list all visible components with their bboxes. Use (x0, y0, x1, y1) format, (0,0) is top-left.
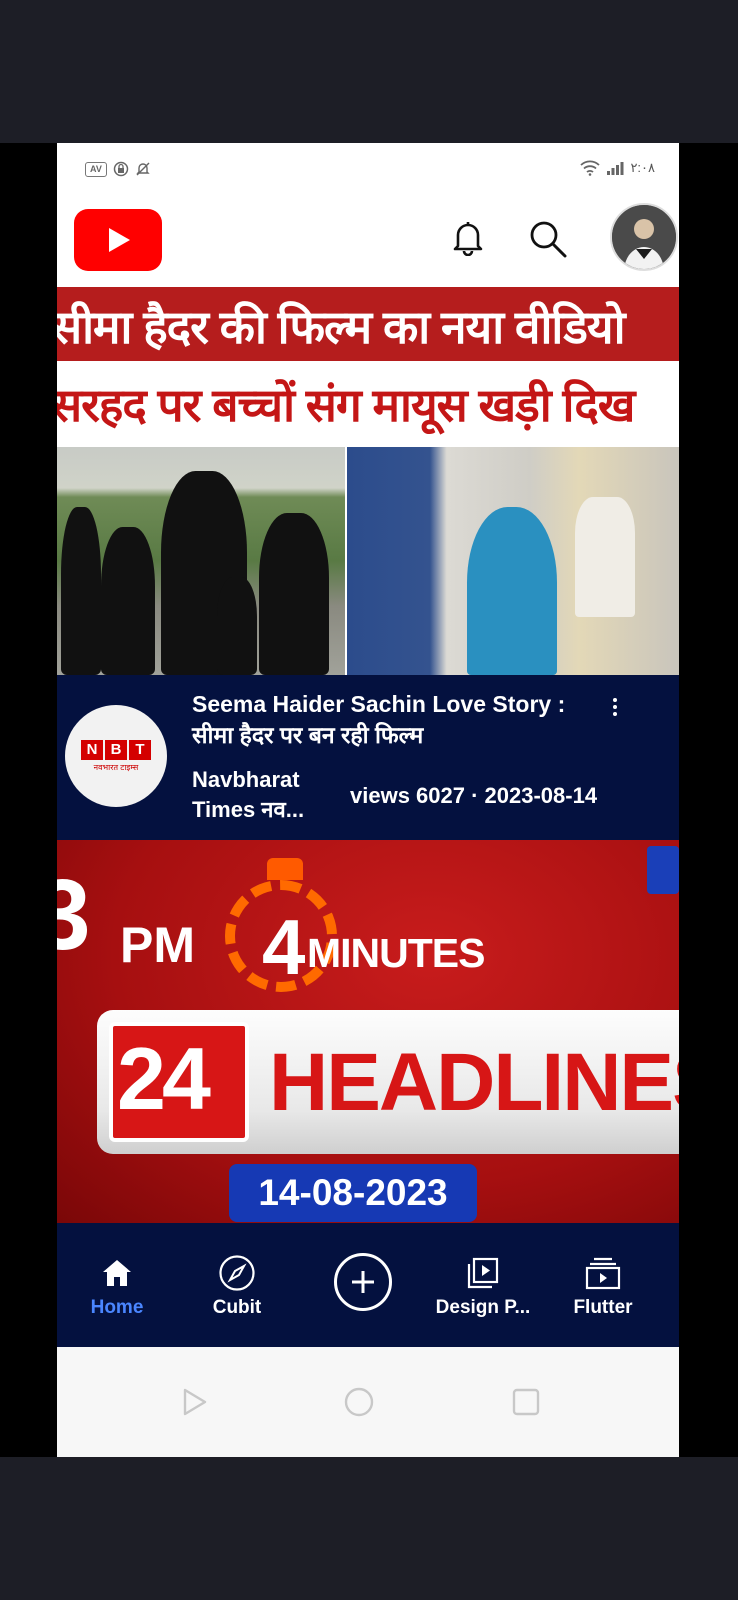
lock-icon (113, 161, 129, 177)
thumbnail-time: 3 (57, 859, 91, 971)
thumbnail-photo-right (347, 447, 679, 675)
video-thumbnail-1[interactable]: सीमा हैदर की फिल्म का नया वीडियो सरहद पर… (57, 287, 679, 675)
channel-corner-logo (647, 846, 679, 894)
thumbnail-photo-left (57, 447, 345, 675)
nav-design-patterns[interactable]: Design P... (423, 1223, 543, 1347)
video-thumbnail-2[interactable]: 3 PM 4 MINUTES 24 HEADLINES 14-08-2023 (57, 840, 679, 1223)
video-meta-1[interactable]: N B T नवभारत टाइम्स Seema Haider Sachin … (57, 675, 679, 840)
youtube-logo[interactable] (74, 209, 162, 271)
home-button-icon[interactable] (344, 1387, 374, 1417)
av-badge: AV (85, 161, 107, 177)
search-icon[interactable] (527, 218, 569, 260)
nav-home-label: Home (90, 1297, 144, 1318)
system-navigation-bar (57, 1347, 679, 1457)
screen-top-frame (0, 0, 738, 143)
subscriptions-icon (585, 1257, 621, 1290)
nav-add[interactable] (323, 1223, 403, 1347)
avatar[interactable] (610, 203, 678, 271)
recents-icon[interactable] (511, 1387, 541, 1417)
nav-flutter-label: Flutter (573, 1297, 633, 1318)
status-bar: AV ۲:۰۸ (57, 143, 679, 193)
thumbnail-date: 14-08-2023 (229, 1164, 477, 1222)
bell-icon[interactable] (449, 218, 487, 256)
bottom-navigation: Home Cubit Design P... Flutter (57, 1223, 679, 1347)
notification-off-icon (136, 162, 150, 176)
thumbnail-pm: PM (120, 917, 195, 973)
video-title[interactable]: Seema Haider Sachin Love Story : सीमा है… (192, 689, 612, 751)
playlist-play-icon (467, 1257, 499, 1289)
nav-design-label: Design P... (435, 1297, 531, 1318)
phone-screen: AV ۲:۰۸ सीमा हैदर की फिल्म का नया वीडियो… (57, 143, 679, 1457)
thumbnail-minutes: MINUTES (307, 930, 485, 976)
nbt-logo: N B T (81, 739, 151, 760)
back-icon[interactable] (179, 1387, 209, 1417)
nav-home[interactable]: Home (77, 1223, 157, 1347)
video-stats: views 6027 · 2023-08-14 (350, 783, 598, 808)
thumbnail-number: 24 (117, 1029, 211, 1128)
nav-flutter[interactable]: Flutter (563, 1223, 643, 1347)
thumbnail-four: 4 (262, 903, 306, 991)
thumbnail-headline-line1: सीमा हैदर की फिल्म का नया वीडियो (57, 301, 626, 353)
channel-avatar[interactable]: N B T नवभारत टाइम्स (65, 705, 167, 807)
more-vert-icon[interactable] (605, 695, 625, 725)
user-photo-icon (612, 205, 676, 269)
thumbnail-headline-line2: सरहद पर बच्चों संग मायूस खड़ी दिख (57, 379, 635, 431)
add-icon (334, 1253, 392, 1311)
app-bar (57, 193, 679, 287)
signal-icon (607, 162, 624, 175)
timer-icon-top (267, 858, 303, 880)
nav-cubit[interactable]: Cubit (197, 1223, 277, 1347)
thumbnail-headlines: HEADLINES (269, 1037, 679, 1128)
compass-icon (219, 1255, 255, 1291)
wifi-icon (580, 160, 601, 176)
home-icon (103, 1260, 131, 1286)
play-icon (109, 228, 130, 252)
clock: ۲:۰۸ (630, 160, 655, 175)
screen-bottom-frame (0, 1457, 738, 1600)
channel-name[interactable]: Navbharat Times नव... (192, 765, 342, 825)
nav-cubit-label: Cubit (212, 1297, 262, 1318)
